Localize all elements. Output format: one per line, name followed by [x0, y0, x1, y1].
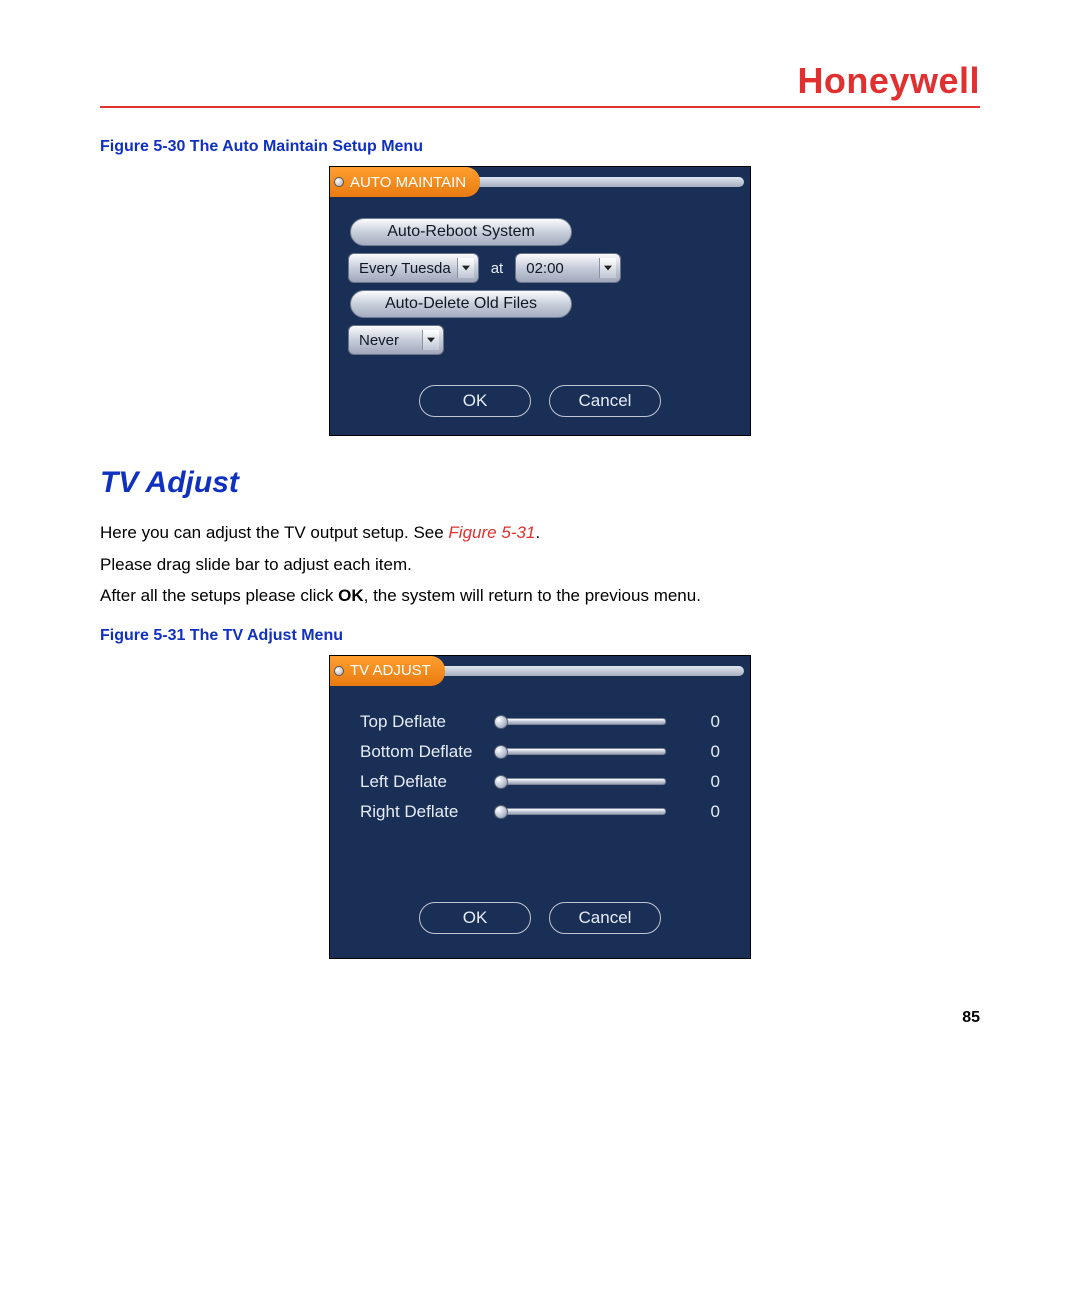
panel-title-decoration	[441, 666, 744, 676]
figure-5-30: AUTO MAINTAIN Auto-Reboot System Every T…	[100, 166, 980, 436]
slider-value: 0	[690, 712, 720, 732]
panel-title-text: AUTO MAINTAIN	[350, 174, 466, 191]
slider-track	[500, 748, 666, 755]
chevron-down-icon	[457, 258, 474, 278]
auto-delete-label: Auto-Delete Old Files	[350, 290, 572, 318]
slider-row: Right Deflate 0	[360, 802, 720, 822]
right-deflate-slider[interactable]	[500, 806, 666, 818]
slider-value: 0	[690, 802, 720, 822]
at-label: at	[491, 260, 504, 277]
slider-knob-icon	[494, 805, 508, 819]
figure-5-31-caption: Figure 5-31 The TV Adjust Menu	[100, 627, 980, 645]
day-dropdown-value: Every Tuesda	[359, 260, 451, 277]
slider-label: Right Deflate	[360, 802, 500, 822]
top-deflate-slider[interactable]	[500, 716, 666, 728]
panel-title-bar: TV ADJUST	[330, 656, 750, 686]
slider-value: 0	[690, 772, 720, 792]
slider-label: Left Deflate	[360, 772, 500, 792]
panel-title-text: TV ADJUST	[350, 662, 431, 679]
ok-button[interactable]: OK	[419, 902, 531, 934]
slider-label: Bottom Deflate	[360, 742, 500, 762]
time-dropdown-value: 02:00	[526, 260, 564, 277]
time-dropdown[interactable]: 02:00	[515, 253, 621, 283]
cancel-button[interactable]: Cancel	[549, 385, 661, 417]
slider-track	[500, 718, 666, 725]
slider-row: Bottom Deflate 0	[360, 742, 720, 762]
chevron-down-icon	[422, 330, 439, 350]
chevron-down-icon	[599, 258, 616, 278]
figure-reference: Figure 5-31	[448, 523, 535, 542]
page-number: 85	[100, 1009, 980, 1027]
day-dropdown[interactable]: Every Tuesda	[348, 253, 479, 283]
auto-maintain-panel: AUTO MAINTAIN Auto-Reboot System Every T…	[329, 166, 751, 436]
ok-button[interactable]: OK	[419, 385, 531, 417]
panel-title-tab: TV ADJUST	[330, 656, 445, 686]
slider-track	[500, 778, 666, 785]
bottom-deflate-slider[interactable]	[500, 746, 666, 758]
slider-row: Top Deflate 0	[360, 712, 720, 732]
page-header: Honeywell	[100, 60, 980, 108]
left-deflate-slider[interactable]	[500, 776, 666, 788]
slider-track	[500, 808, 666, 815]
slider-knob-icon	[494, 715, 508, 729]
slider-value: 0	[690, 742, 720, 762]
panel-title-decoration	[476, 177, 744, 187]
cancel-button[interactable]: Cancel	[549, 902, 661, 934]
panel-title-tab: AUTO MAINTAIN	[330, 167, 480, 197]
body-line-3: After all the setups please click OK, th…	[100, 583, 980, 609]
auto-reboot-label: Auto-Reboot System	[350, 218, 572, 246]
slider-row: Left Deflate 0	[360, 772, 720, 792]
body-line-1: Here you can adjust the TV output setup.…	[100, 520, 980, 546]
section-heading-tv-adjust: TV Adjust	[100, 466, 980, 500]
slider-label: Top Deflate	[360, 712, 500, 732]
figure-5-31: TV ADJUST Top Deflate 0 Bottom Deflate	[100, 655, 980, 959]
slider-knob-icon	[494, 775, 508, 789]
slider-knob-icon	[494, 745, 508, 759]
figure-5-30-caption: Figure 5-30 The Auto Maintain Setup Menu	[100, 138, 980, 156]
panel-title-bar: AUTO MAINTAIN	[330, 167, 750, 197]
delete-dropdown[interactable]: Never	[348, 325, 444, 355]
brand-logo: Honeywell	[797, 60, 980, 102]
body-line-2: Please drag slide bar to adjust each ite…	[100, 552, 980, 578]
tv-adjust-panel: TV ADJUST Top Deflate 0 Bottom Deflate	[329, 655, 751, 959]
delete-dropdown-value: Never	[359, 332, 399, 349]
